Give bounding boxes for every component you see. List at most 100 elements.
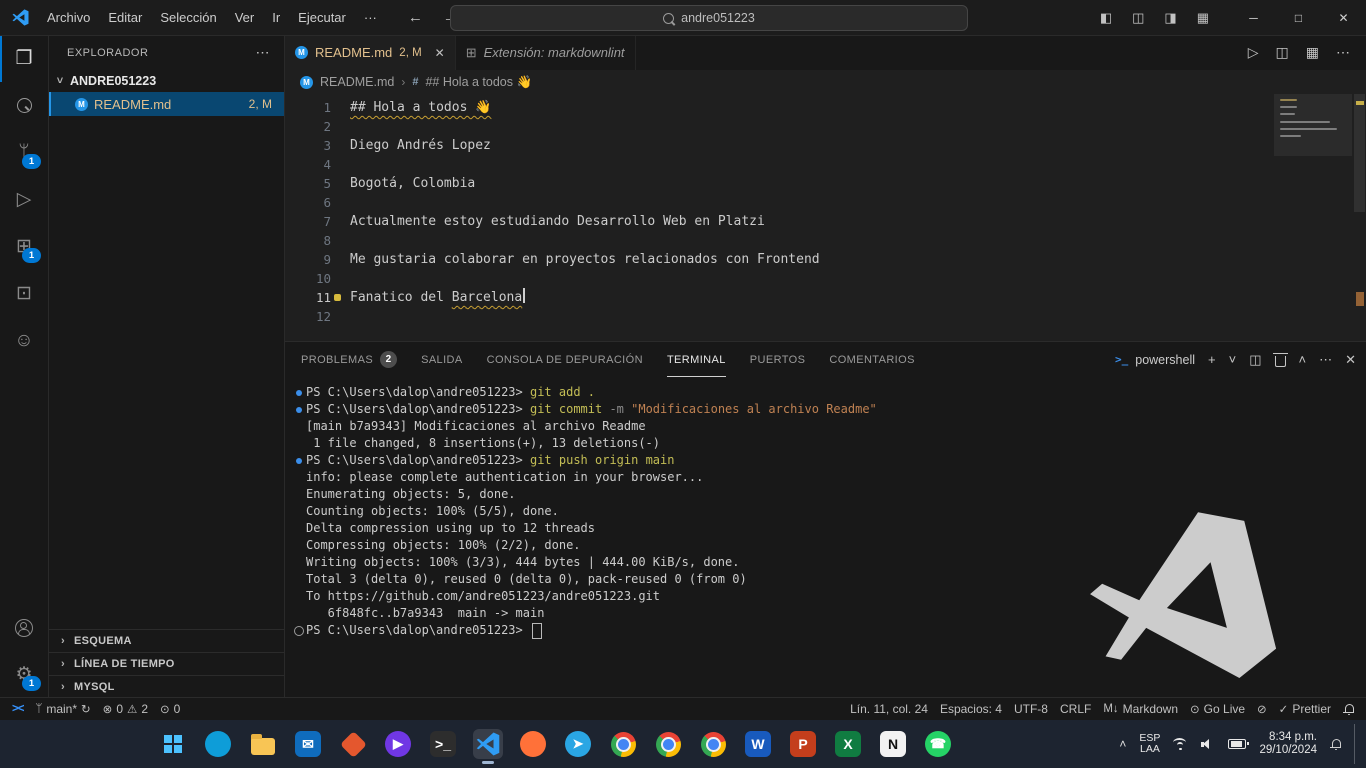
code-line-2[interactable]: 2 bbox=[285, 117, 1366, 136]
activitybar-explorer[interactable]: ❐ bbox=[0, 35, 48, 82]
status-eol-sequence[interactable]: CRLF bbox=[1054, 698, 1097, 720]
status-remote-indicator[interactable]: >< bbox=[6, 698, 29, 720]
breadcrumb-file[interactable]: README.md bbox=[320, 75, 394, 89]
maximize-button[interactable]: □ bbox=[1276, 0, 1321, 35]
menu-ejecutar[interactable]: Ejecutar bbox=[289, 7, 355, 29]
start-button[interactable] bbox=[158, 729, 188, 759]
volume-icon[interactable] bbox=[1201, 738, 1215, 750]
activitybar-settings[interactable]: ⚙ 1 bbox=[0, 651, 48, 698]
status-prettier[interactable]: ✓ Prettier bbox=[1273, 698, 1337, 720]
code-line-12[interactable]: 12 bbox=[285, 307, 1366, 326]
powerpoint-icon[interactable]: P bbox=[788, 729, 818, 759]
section-linea-de-tiempo[interactable]: › LÍNEA DE TIEMPO bbox=[49, 652, 284, 675]
more-actions-button[interactable]: ⋯ bbox=[1336, 44, 1350, 61]
chrome-profile-icon-1[interactable] bbox=[653, 729, 683, 759]
kill-terminal-button[interactable] bbox=[1272, 352, 1288, 367]
code-line-6[interactable]: 6 bbox=[285, 193, 1366, 212]
edge-icon[interactable] bbox=[203, 729, 233, 759]
lightbulb-icon[interactable] bbox=[334, 294, 341, 301]
activitybar-account[interactable] bbox=[0, 604, 48, 651]
windows-terminal-icon[interactable]: >_ bbox=[428, 729, 458, 759]
command-center-search[interactable]: andre051223 bbox=[450, 5, 968, 31]
menu-editar[interactable]: Editar bbox=[99, 7, 151, 29]
toggle-panel-icon[interactable]: ◫ bbox=[1132, 10, 1144, 26]
code-line-1[interactable]: 1 ## Hola a todos 👋 bbox=[285, 98, 1366, 117]
menu-archivo[interactable]: Archivo bbox=[38, 7, 99, 29]
section-esquema[interactable]: › ESQUEMA bbox=[49, 629, 284, 652]
status-problems[interactable]: ⊗ 0 ⚠ 2 bbox=[97, 698, 154, 720]
folder-row[interactable]: ˅ ANDRE051223 bbox=[49, 70, 284, 92]
maximize-panel-button[interactable]: ˄ bbox=[1299, 352, 1307, 367]
close-button[interactable]: ✕ bbox=[1321, 0, 1366, 35]
panel-tab-consola-de-depuracion[interactable]: CONSOLA DE DEPURACIÓN bbox=[487, 342, 643, 377]
panel-tab-puertos[interactable]: PUERTOS bbox=[750, 342, 806, 377]
notification-bell-icon[interactable] bbox=[1330, 738, 1341, 751]
status-notifications[interactable] bbox=[1337, 698, 1360, 720]
menu-seleccion[interactable]: Selección bbox=[151, 7, 225, 29]
tray-overflow-chevron-icon[interactable]: ˄ bbox=[1119, 737, 1126, 751]
terminal-shell-selector[interactable]: >_ powershell bbox=[1115, 353, 1195, 367]
breadcrumb-symbol[interactable]: ## Hola a todos 👋 bbox=[425, 75, 532, 90]
menu-ver[interactable]: Ver bbox=[226, 7, 264, 29]
tab-extension-markdownlint[interactable]: ⊞ Extensión: markdownlint bbox=[456, 35, 636, 70]
close-icon[interactable]: ✕ bbox=[435, 46, 445, 60]
chrome-profile-icon-2[interactable] bbox=[698, 729, 728, 759]
status-git-branch[interactable]: ᛘ main* ↻ bbox=[29, 698, 96, 720]
panel-tab-comentarios[interactable]: COMENTARIOS bbox=[829, 342, 914, 377]
run-button[interactable]: ▷ bbox=[1248, 44, 1259, 61]
file-row-readme[interactable]: M README.md 2, M bbox=[49, 92, 284, 116]
show-desktop-button[interactable] bbox=[1354, 724, 1358, 764]
language-indicator[interactable]: ESP LAA bbox=[1139, 732, 1160, 756]
more-actions-button[interactable]: ⋯ bbox=[1319, 352, 1332, 368]
menu-more[interactable]: ··· bbox=[355, 7, 386, 29]
status-encoding[interactable]: UTF-8 bbox=[1008, 698, 1054, 720]
toggle-sidebar-icon[interactable]: ◧ bbox=[1100, 10, 1112, 26]
new-terminal-button[interactable]: + bbox=[1208, 352, 1216, 367]
tab-readme-md[interactable]: M README.md 2, M ✕ bbox=[285, 35, 456, 70]
back-arrow-icon[interactable]: ← bbox=[400, 9, 431, 26]
code-line-8[interactable]: 8 bbox=[285, 231, 1366, 250]
photos-icon[interactable] bbox=[338, 729, 368, 759]
code-line-4[interactable]: 4 bbox=[285, 155, 1366, 174]
firefox-icon[interactable] bbox=[518, 729, 548, 759]
panel-tab-problemas[interactable]: PROBLEMAS 2 bbox=[301, 342, 398, 377]
code-line-7[interactable]: 7 Actualmente estoy estudiando Desarrollo… bbox=[285, 212, 1366, 231]
wifi-icon[interactable] bbox=[1173, 738, 1188, 750]
status-ports-forwarded[interactable]: ⊙ 0 bbox=[154, 698, 186, 720]
activitybar-search[interactable] bbox=[0, 82, 48, 129]
code-line-9[interactable]: 9 Me gustaria colaborar en proyectos rela… bbox=[285, 250, 1366, 269]
activitybar-feedback[interactable]: ☺ bbox=[0, 317, 48, 364]
activitybar-source-control[interactable]: ᛘ1 bbox=[0, 129, 48, 176]
status-go-live[interactable]: ⊙ Go Live bbox=[1184, 698, 1251, 720]
vscode-icon[interactable] bbox=[473, 729, 503, 764]
status-language-mode[interactable]: M↓ Markdown bbox=[1097, 698, 1184, 720]
minimize-button[interactable]: ─ bbox=[1231, 0, 1276, 35]
telegram-icon[interactable]: ➤ bbox=[563, 729, 593, 759]
split-editor-button[interactable]: ◫ bbox=[1276, 44, 1289, 61]
clipchamp-icon[interactable]: ▶ bbox=[383, 729, 413, 759]
code-line-10[interactable]: 10 bbox=[285, 269, 1366, 288]
panel-tab-salida[interactable]: SALIDA bbox=[421, 342, 463, 377]
terminal[interactable]: PS C:\Users\dalop\andre051223> git add .… bbox=[285, 377, 1366, 698]
whatsapp-icon[interactable]: ☎ bbox=[923, 729, 953, 759]
excel-icon[interactable]: X bbox=[833, 729, 863, 759]
status-circle-slash-indicator[interactable]: ⊘ bbox=[1251, 698, 1273, 720]
file-explorer-icon[interactable] bbox=[248, 729, 278, 759]
outlook-icon[interactable]: ✉ bbox=[293, 729, 323, 759]
status-indentation[interactable]: Espacios: 4 bbox=[934, 698, 1008, 720]
sidebar-more-actions-icon[interactable]: ⋯ bbox=[256, 44, 271, 61]
battery-icon[interactable] bbox=[1228, 739, 1249, 749]
toggle-secondary-sidebar-icon[interactable]: ◨ bbox=[1164, 10, 1176, 26]
status-cursor-position[interactable]: Lín. 11, col. 24 bbox=[844, 698, 934, 720]
section-mysql[interactable]: › MYSQL bbox=[49, 675, 284, 698]
menu-ir[interactable]: Ir bbox=[263, 7, 289, 29]
activitybar-extensions[interactable]: ⊞ 1 bbox=[0, 223, 48, 270]
panel-tab-terminal[interactable]: TERMINAL bbox=[667, 342, 726, 377]
word-icon[interactable]: W bbox=[743, 729, 773, 759]
clock[interactable]: 8:34 p.m. 29/10/2024 bbox=[1259, 731, 1317, 758]
activitybar-run-debug[interactable]: ▷ bbox=[0, 176, 48, 223]
notion-icon[interactable]: N bbox=[878, 729, 908, 759]
code-line-11[interactable]: 11 Fanatico del Barcelona bbox=[285, 288, 1366, 307]
activitybar-remote-explorer[interactable]: ⊡ bbox=[0, 270, 48, 317]
code-line-5[interactable]: 5 Bogotá, Colombia bbox=[285, 174, 1366, 193]
